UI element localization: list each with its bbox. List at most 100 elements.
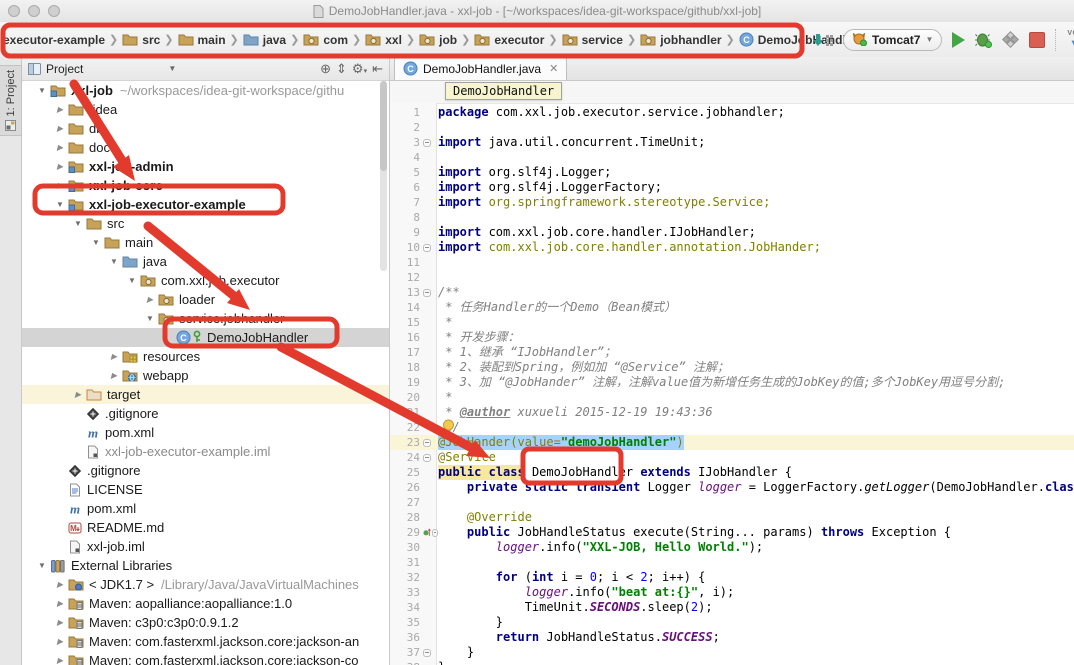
breadcrumb-item[interactable]: java [243, 33, 286, 47]
chevron-collapsed-icon[interactable]: ▶ [52, 181, 68, 190]
traffic-lights[interactable] [8, 5, 60, 17]
settings-icon[interactable]: ⚙▾ [352, 61, 367, 77]
tree-item[interactable]: ▶resources [22, 347, 389, 366]
code-line: 14 * 任务Handler的一个Demo（Bean模式） [390, 300, 1074, 315]
fold-marker[interactable] [423, 139, 431, 147]
breadcrumb-item[interactable]: jobhandler [640, 33, 721, 47]
chevron-expanded-icon[interactable]: ▼ [124, 276, 140, 285]
tree-item[interactable]: ▼main [22, 233, 389, 252]
tree-item[interactable]: ▼xxl-job~/workspaces/idea-git-workspace/… [22, 81, 389, 100]
code-editor[interactable]: 1package com.xxl.job.executor.service.jo… [390, 81, 1074, 665]
locate-icon[interactable]: ⊕ [320, 61, 331, 77]
chevron-collapsed-icon[interactable]: ▶ [52, 618, 68, 627]
chevron-collapsed-icon[interactable]: ▶ [52, 580, 68, 589]
tree-item[interactable]: .gitignore [22, 461, 389, 480]
tree-item[interactable]: ▶.idea [22, 100, 389, 119]
navigate-down-icon[interactable] [812, 33, 833, 47]
project-scrollbar[interactable] [380, 81, 387, 271]
chevron-expanded-icon[interactable]: ▼ [88, 238, 104, 247]
chevron-collapsed-icon[interactable]: ▶ [106, 371, 122, 380]
minimize-window-icon[interactable] [28, 5, 40, 17]
hide-panel-icon[interactable]: ⇤ [372, 61, 383, 77]
tree-item[interactable]: ▶db [22, 119, 389, 138]
vcs-update-button[interactable]: VCS ▼ [1067, 30, 1074, 50]
svg-text:m: m [88, 426, 98, 440]
fold-marker[interactable] [423, 289, 431, 297]
tree-item[interactable]: ▶xxl-job-admin [22, 157, 389, 176]
debug-button[interactable] [975, 32, 992, 48]
tree-item[interactable]: ▶doc [22, 138, 389, 157]
tree-item[interactable]: ▼service.jobhandler [22, 309, 389, 328]
tree-item[interactable]: ▶xxl-job-core [22, 176, 389, 195]
breadcrumb-item[interactable]: service [562, 33, 623, 47]
breadcrumb-item[interactable]: job [419, 33, 457, 47]
breadcrumb-item[interactable]: executor [474, 33, 544, 47]
chevron-collapsed-icon[interactable]: ▶ [52, 105, 68, 114]
intention-bulb-icon[interactable] [442, 419, 455, 434]
toolbar-separator [1055, 29, 1057, 51]
coverage-button[interactable] [1002, 31, 1019, 48]
tomcat-icon [852, 33, 867, 46]
breadcrumb-item[interactable]: xxl [365, 33, 402, 47]
chevron-collapsed-icon[interactable]: ▶ [52, 162, 68, 171]
code-line: 25public class DemoJobHandler extends IJ… [390, 465, 1074, 480]
tree-item[interactable]: ▶webapp [22, 366, 389, 385]
chevron-expanded-icon[interactable]: ▼ [70, 219, 86, 228]
tree-item[interactable]: ▶Maven: com.fasterxml.jackson.core:jacks… [22, 651, 389, 665]
tree-item[interactable]: xxl-job-executor-example.iml [22, 442, 389, 461]
fold-marker[interactable] [432, 529, 438, 537]
fold-marker[interactable] [423, 439, 431, 447]
fold-marker[interactable] [423, 454, 431, 462]
tree-item[interactable]: ▶Maven: com.fasterxml.jackson.core:jacks… [22, 632, 389, 651]
tree-item[interactable]: xxl-job.iml [22, 537, 389, 556]
close-window-icon[interactable] [8, 5, 20, 17]
tree-item[interactable]: mpom.xml [22, 423, 389, 442]
breadcrumb-item[interactable]: com [303, 33, 348, 47]
chevron-collapsed-icon[interactable]: ▶ [52, 656, 68, 665]
chevron-collapsed-icon[interactable]: ▶ [52, 124, 68, 133]
stop-button[interactable] [1029, 32, 1045, 48]
chevron-expanded-icon[interactable]: ▼ [34, 86, 50, 95]
project-tab-label: 1: Project [5, 70, 17, 116]
run-configuration-select[interactable]: Tomcat7 ▼ [843, 29, 942, 51]
chevron-expanded-icon[interactable]: ▼ [106, 257, 122, 266]
chevron-expanded-icon[interactable]: ▼ [52, 200, 68, 209]
tree-item[interactable]: ▶< JDK1.7 >/Library/Java/JavaVirtualMach… [22, 575, 389, 594]
tree-item[interactable]: ▶Maven: aopalliance:aopalliance:1.0 [22, 594, 389, 613]
tree-item[interactable]: ▼com.xxl.job.executor [22, 271, 389, 290]
tree-item[interactable]: ▶target [22, 385, 389, 404]
chevron-collapsed-icon[interactable]: ▶ [52, 599, 68, 608]
tree-item[interactable]: MREADME.md [22, 518, 389, 537]
close-tab-icon[interactable]: ✕ [549, 62, 558, 75]
chevron-collapsed-icon[interactable]: ▶ [52, 637, 68, 646]
tree-item[interactable]: ▶Maven: c3p0:c3p0:0.9.1.2 [22, 613, 389, 632]
tree-item[interactable]: ▶loader [22, 290, 389, 309]
tree-item[interactable]: ▼java [22, 252, 389, 271]
breadcrumb-item[interactable]: main [178, 33, 226, 47]
tree-item[interactable]: ▼External Libraries [22, 556, 389, 575]
tree-item[interactable]: ▼src [22, 214, 389, 233]
tree-item[interactable]: mpom.xml [22, 499, 389, 518]
chevron-expanded-icon[interactable]: ▼ [142, 314, 158, 323]
tab-demojobhandler[interactable]: C DemoJobHandler.java ✕ [394, 56, 567, 80]
project-tool-window-tab[interactable]: 1: Project [0, 65, 22, 136]
tree-item[interactable]: CDemoJobHandler [22, 328, 389, 347]
breadcrumb-item[interactable]: src [122, 33, 160, 47]
fold-marker[interactable] [423, 244, 431, 252]
fold-marker[interactable] [423, 649, 431, 657]
run-button[interactable] [952, 32, 965, 48]
collapse-all-icon[interactable]: ⇕ [336, 61, 347, 77]
chevron-down-icon[interactable]: ▼ [168, 64, 176, 73]
tree-item[interactable]: ▼xxl-job-executor-example [22, 195, 389, 214]
chevron-expanded-icon[interactable]: ▼ [34, 561, 50, 570]
chevron-collapsed-icon[interactable]: ▶ [70, 390, 86, 399]
chevron-collapsed-icon[interactable]: ▶ [142, 295, 158, 304]
chevron-collapsed-icon[interactable]: ▶ [106, 352, 122, 361]
tree-item[interactable]: LICENSE [22, 480, 389, 499]
breadcrumb-item[interactable]: executor-example [3, 33, 105, 47]
chevron-collapsed-icon[interactable]: ▶ [52, 143, 68, 152]
override-method-icon[interactable] [423, 526, 431, 539]
folder-icon [68, 141, 84, 154]
tree-item[interactable]: .gitignore [22, 404, 389, 423]
zoom-window-icon[interactable] [48, 5, 60, 17]
